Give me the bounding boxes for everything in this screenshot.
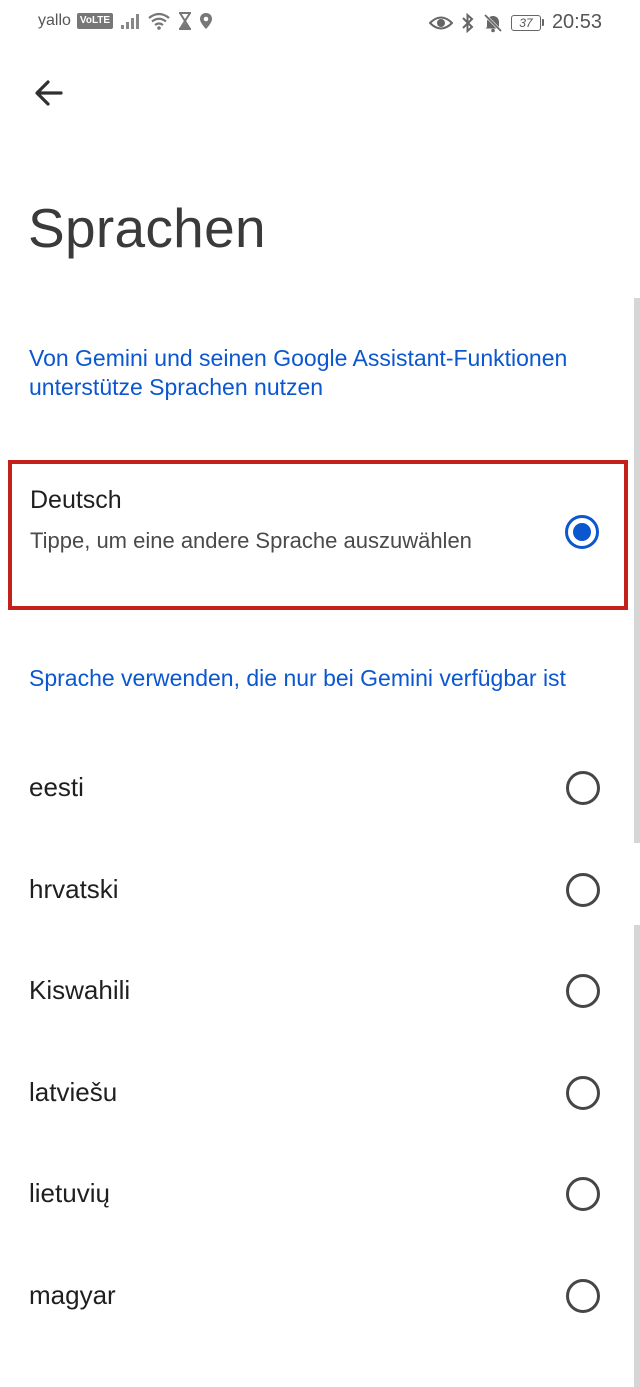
language-label: Kiswahili bbox=[29, 975, 131, 1005]
battery-level: 37 bbox=[510, 14, 541, 31]
bell-off-icon bbox=[483, 13, 503, 33]
page-title: Sprachen bbox=[28, 197, 266, 259]
language-label: hrvatski bbox=[29, 873, 119, 904]
battery-tip bbox=[541, 19, 544, 26]
language-label: eesti bbox=[29, 772, 84, 802]
language-list: eesti hrvatski Kiswahili latviešu lietuv… bbox=[0, 736, 640, 1345]
language-label: magyar bbox=[29, 1279, 116, 1310]
selected-language-subtitle: Tippe, um eine andere Sprache auszuwähle… bbox=[30, 528, 472, 553]
gemini-only-languages-link[interactable]: Sprache verwenden, die nur bei Gemini ve… bbox=[29, 664, 599, 693]
radio-dot bbox=[573, 523, 591, 541]
language-row[interactable]: lietuvių bbox=[0, 1142, 640, 1244]
language-row[interactable]: Kiswahili bbox=[0, 939, 640, 1041]
language-row[interactable]: magyar bbox=[0, 1244, 640, 1346]
radio-button[interactable] bbox=[566, 1177, 600, 1211]
eye-icon bbox=[428, 14, 453, 32]
radio-button[interactable] bbox=[566, 974, 600, 1008]
radio-button-selected[interactable] bbox=[565, 515, 599, 549]
radio-button[interactable] bbox=[566, 872, 600, 907]
language-label: latviešu bbox=[29, 1076, 118, 1107]
radio-button[interactable] bbox=[566, 771, 600, 805]
scrollbar-track-upper[interactable] bbox=[634, 298, 640, 843]
signal-icon bbox=[119, 12, 141, 30]
clock: 20:53 bbox=[551, 11, 602, 33]
wifi-icon bbox=[147, 12, 171, 30]
battery-indicator: 37 bbox=[510, 14, 544, 31]
hourglass-icon bbox=[177, 12, 193, 30]
language-row[interactable]: eesti bbox=[0, 736, 640, 838]
back-button[interactable] bbox=[24, 70, 74, 120]
status-left: yallo VoLTE bbox=[38, 12, 213, 30]
carrier-label: yallo bbox=[38, 12, 71, 29]
scrollbar-track-lower[interactable] bbox=[634, 925, 640, 1387]
language-label: lietuvių bbox=[29, 1178, 110, 1208]
arrow-back-icon bbox=[33, 77, 65, 114]
language-row[interactable]: latviešu bbox=[0, 1041, 640, 1143]
bluetooth-icon bbox=[461, 12, 475, 33]
radio-button[interactable] bbox=[566, 1278, 600, 1313]
radio-button[interactable] bbox=[566, 1075, 600, 1110]
status-right: 37 20:53 bbox=[428, 11, 602, 34]
language-row[interactable]: hrvatski bbox=[0, 838, 640, 940]
location-icon bbox=[199, 12, 213, 30]
selected-language-row[interactable]: Deutsch Tippe, um eine andere Sprache au… bbox=[8, 460, 628, 610]
volte-badge: VoLTE bbox=[76, 13, 114, 29]
selected-language-title: Deutsch bbox=[30, 486, 122, 514]
assistant-languages-link[interactable]: Von Gemini und seinen Google Assistant-F… bbox=[29, 344, 599, 402]
status-bar: yallo VoLTE 37 20:53 bbox=[0, 0, 640, 46]
